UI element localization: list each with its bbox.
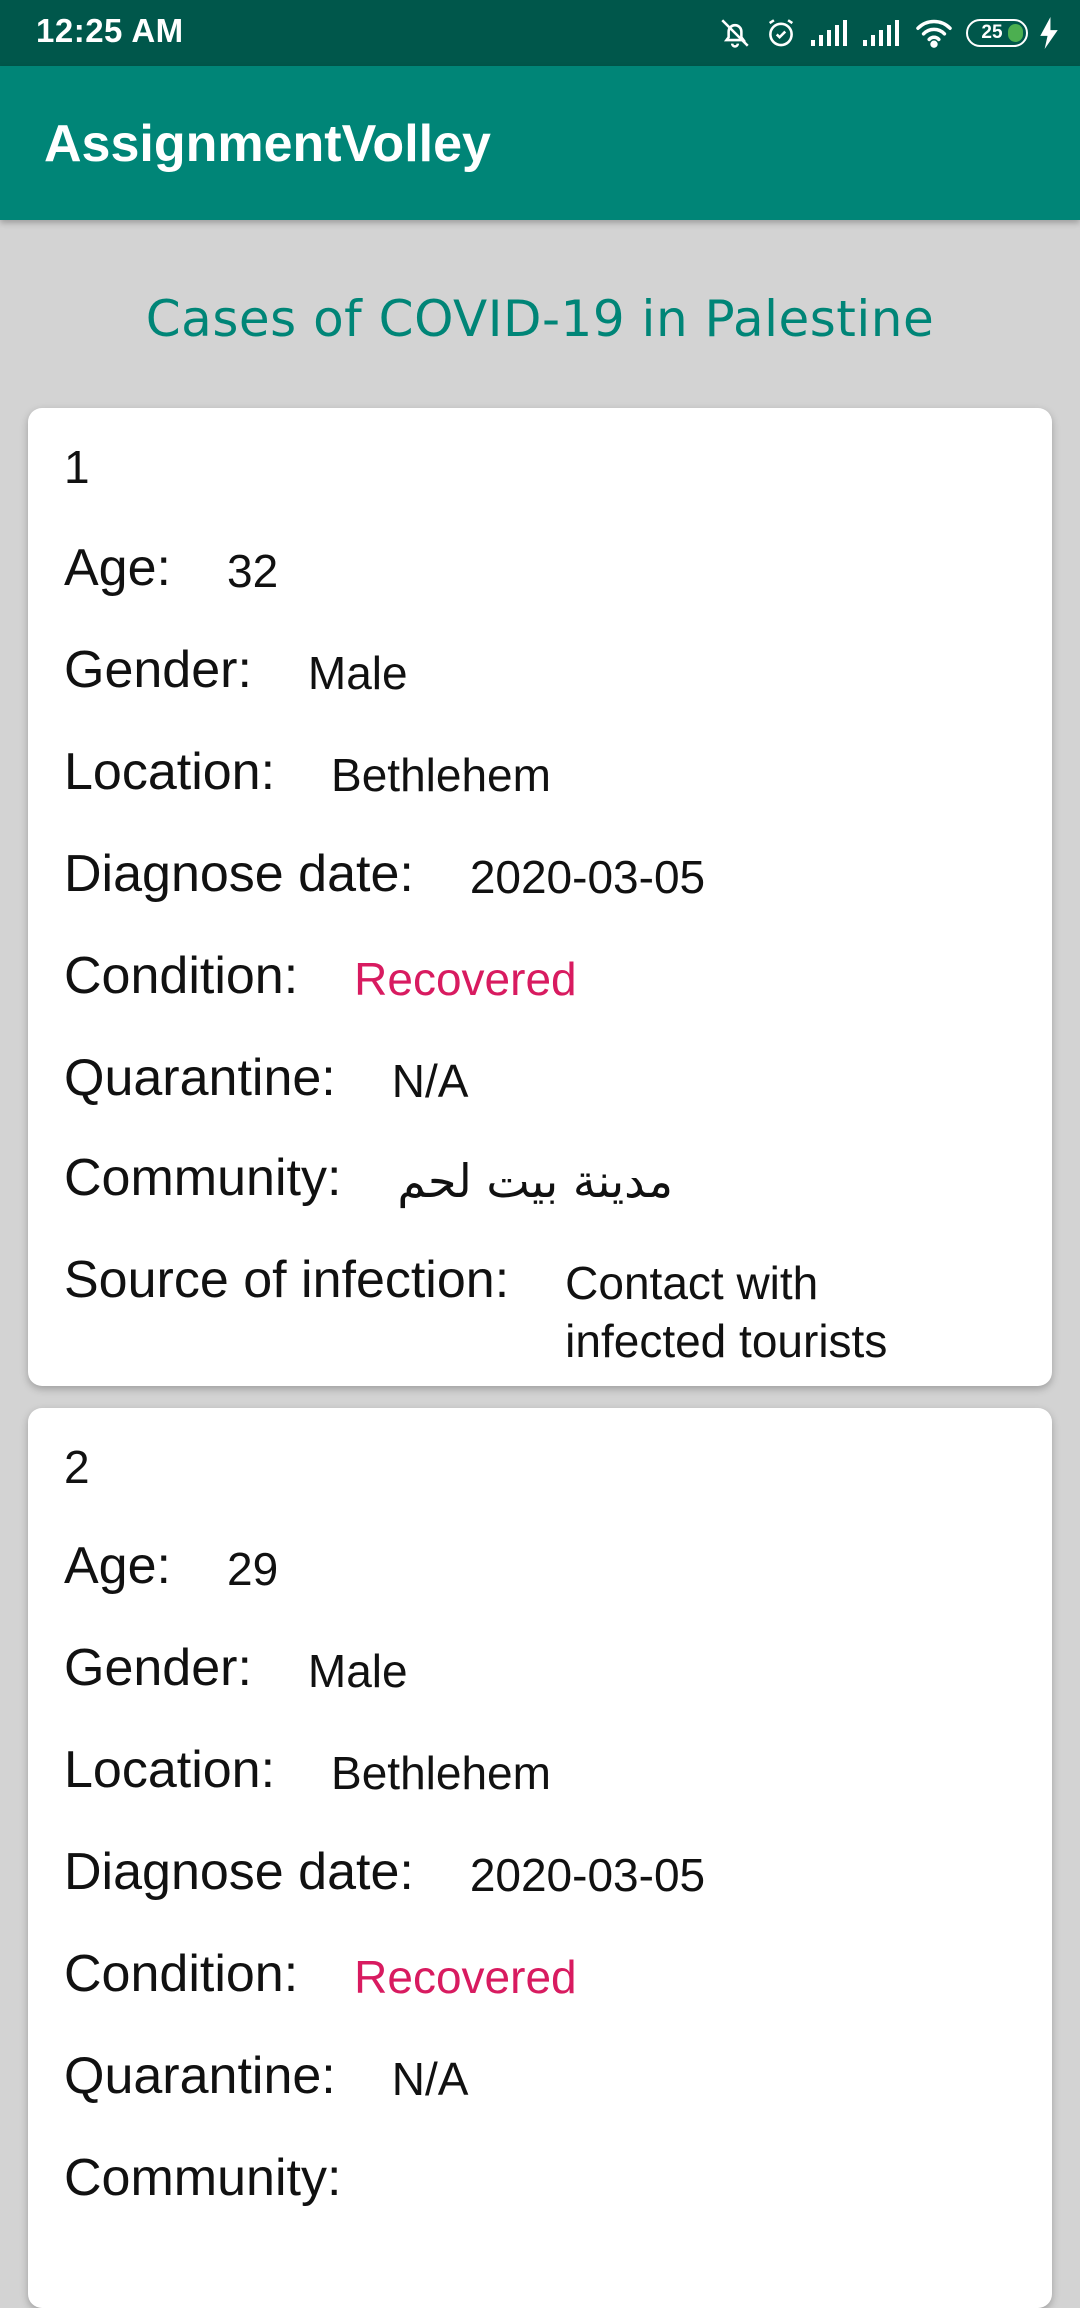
diagnose-date-value: 2020-03-05: [469, 1849, 706, 1901]
gender-row: Gender: Male: [64, 640, 1032, 702]
age-row: Age: 29: [64, 1536, 1032, 1598]
quarantine-label: Quarantine:: [64, 2047, 336, 2105]
location-row: Location: Bethlehem: [64, 1740, 1032, 1802]
age-label: Age:: [64, 1537, 171, 1595]
condition-row: Condition: Recovered: [64, 946, 1032, 1008]
gender-label: Gender:: [64, 641, 252, 699]
quarantine-label: Quarantine:: [64, 1049, 336, 1107]
quarantine-row: Quarantine: N/A: [64, 1048, 1032, 1110]
status-icons: 25: [718, 12, 1058, 54]
quarantine-row: Quarantine: N/A: [64, 2046, 1032, 2108]
battery-level: 25: [981, 22, 1003, 43]
charging-icon: [1040, 17, 1058, 49]
gender-label: Gender:: [64, 1639, 252, 1697]
source-label: Source of infection:: [64, 1251, 510, 1309]
battery-icon: 25: [966, 19, 1028, 47]
app-title: AssignmentVolley: [44, 115, 491, 173]
diagnose-date-row: Diagnose date: 2020-03-05: [64, 844, 1032, 906]
age-label: Age:: [64, 539, 171, 597]
bell-off-icon: [721, 19, 749, 48]
diagnose-date-row: Diagnose date: 2020-03-05: [64, 1842, 1032, 1904]
source-value: Contact with infected tourists: [565, 1257, 888, 1367]
status-time: 12:25 AM: [36, 12, 184, 49]
condition-value: Recovered: [354, 953, 577, 1005]
condition-label: Condition:: [64, 1945, 299, 2003]
community-value: مدينة بيت لحم: [397, 1154, 673, 1208]
app-bar: AssignmentVolley: [0, 66, 1080, 220]
diagnose-date-value: 2020-03-05: [469, 851, 706, 903]
status-bar: 12:25 AM 25: [0, 0, 1080, 66]
wifi-icon: [916, 19, 952, 48]
location-row: Location: Bethlehem: [64, 742, 1032, 804]
gender-value: Male: [307, 1645, 408, 1697]
community-label: Community:: [64, 1149, 342, 1207]
alarm-icon: [768, 19, 794, 47]
case-number: 1: [64, 441, 90, 493]
location-label: Location:: [64, 1741, 276, 1799]
location-value: Bethlehem: [331, 1747, 551, 1799]
signal-icon: [863, 20, 899, 46]
diagnose-date-label: Diagnose date:: [64, 845, 414, 903]
page-heading: Cases of COVID-19 in Palestine: [145, 290, 935, 348]
signal-icon: [811, 20, 847, 46]
case-card[interactable]: 1 Age: 32 Gender: Male Location: Bethleh…: [28, 408, 1052, 1386]
gender-row: Gender: Male: [64, 1638, 1032, 1700]
age-value: 32: [226, 545, 279, 597]
quarantine-value: N/A: [391, 1055, 469, 1107]
location-value: Bethlehem: [331, 749, 551, 801]
gender-value: Male: [307, 647, 408, 699]
age-value: 29: [226, 1543, 279, 1595]
community-row: Community: مدينة بيت لحم: [64, 1148, 1032, 1210]
case-number: 2: [64, 1441, 90, 1493]
diagnose-date-label: Diagnose date:: [64, 1843, 414, 1901]
community-label: Community:: [64, 2149, 342, 2207]
case-card[interactable]: 2 Age: 29 Gender: Male Location: Bethleh…: [28, 1408, 1052, 2308]
source-row: Source of infection: Contact with infect…: [64, 1250, 1032, 1370]
condition-value: Recovered: [354, 1951, 577, 2003]
condition-label: Condition:: [64, 947, 299, 1005]
location-label: Location:: [64, 743, 276, 801]
quarantine-value: N/A: [391, 2053, 469, 2105]
age-row: Age: 32: [64, 538, 1032, 600]
condition-row: Condition: Recovered: [64, 1944, 1032, 2006]
community-row: Community:: [64, 2148, 1032, 2208]
